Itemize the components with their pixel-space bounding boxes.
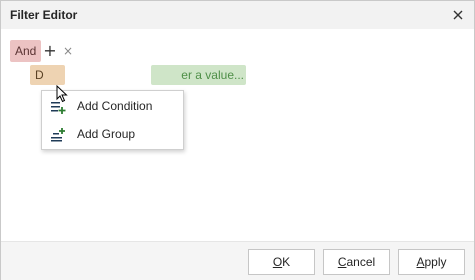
dialog-footer: OK Cancel Apply [1,241,474,280]
menu-item-label: Add Condition [77,99,153,113]
ok-button[interactable]: OK [248,249,315,275]
apply-button[interactable]: Apply [398,249,465,275]
mouse-cursor-icon [56,85,68,103]
ok-mnemonic: O [272,255,283,269]
condition-value-chip[interactable]: er a value... [151,65,246,85]
close-button[interactable] [448,5,468,25]
menu-item-add-group[interactable]: Add Group [42,122,183,148]
cancel-button[interactable]: Cancel [323,249,390,275]
close-icon [453,10,463,20]
group-operator-chip[interactable]: And [10,40,42,62]
condition-value-text: er a value... [181,68,244,82]
filter-editor-window: Filter Editor And + × D er a value... Ad… [0,0,475,280]
title-bar: Filter Editor [1,1,474,29]
apply-label-rest: pply [424,255,447,269]
add-group-icon [51,128,65,142]
cancel-label-rest: ancel [346,255,376,269]
remove-button[interactable]: × [61,40,75,62]
add-button[interactable]: + [42,40,58,62]
menu-item-label: Add Group [77,127,136,141]
condition-field-chip[interactable]: D [30,65,65,85]
ok-label-rest: K [282,255,291,269]
window-title: Filter Editor [10,8,78,22]
apply-mnemonic: A [416,255,425,269]
filter-tree-area: And + × D er a value... Add Condition Ad… [1,29,474,241]
